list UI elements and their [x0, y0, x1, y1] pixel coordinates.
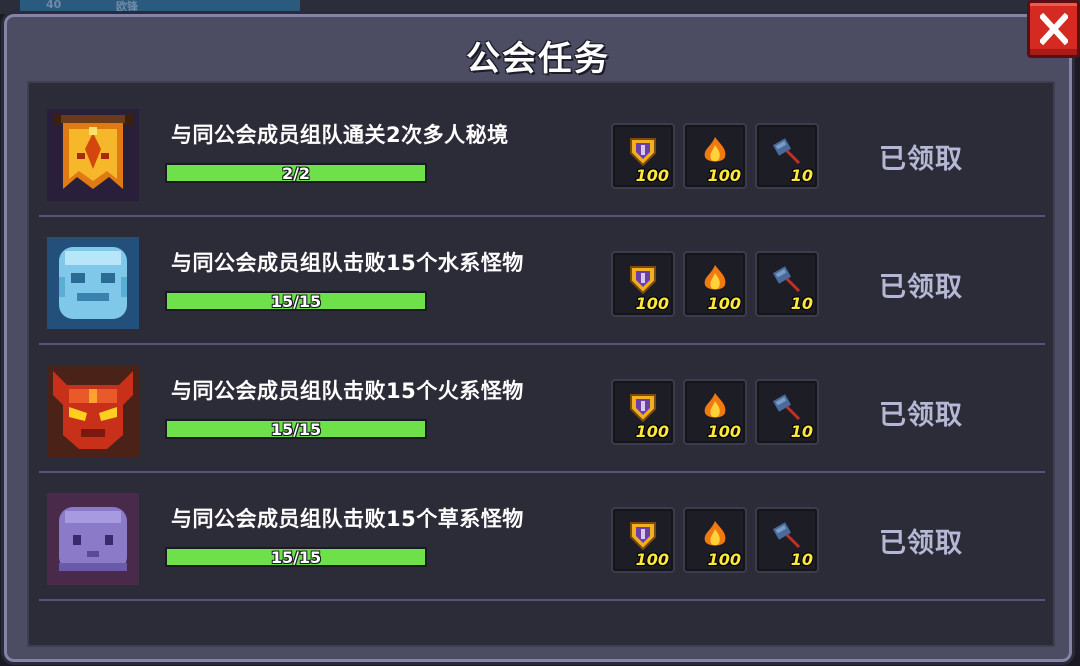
reward-amount: 10: [790, 294, 813, 313]
claimed-status: 已领取: [879, 400, 963, 431]
dialog-title: 公会任务: [466, 39, 610, 79]
background-name-text: 欧锋: [116, 0, 138, 13]
task-progress-text: 2/2: [281, 164, 311, 183]
guild-shield-icon: [630, 266, 656, 295]
reward-amount: 100: [707, 294, 741, 313]
water-monster-icon: [47, 237, 139, 329]
background-player-strip: 40 欧锋: [20, 0, 300, 13]
reward-amount: 10: [790, 422, 813, 441]
task-row: 与同公会成员组队通关2次多人秘境 2/2 100 100 10 已领取: [39, 91, 1045, 217]
reward-amount: 100: [635, 422, 669, 441]
reward-slot[interactable]: 100: [683, 123, 747, 189]
task-description: 与同公会成员组队击败15个草系怪物: [171, 507, 524, 531]
reward-slot[interactable]: 10: [755, 251, 819, 317]
task-list: 与同公会成员组队通关2次多人秘境 2/2 100 100 10 已领取 与同公会…: [27, 81, 1055, 647]
background-level-text: 40: [46, 0, 62, 11]
guild-tasks-dialog: 公会任务 与同公会成员组队通关2次多人秘境 2/2 100 100 10 已领取…: [4, 14, 1072, 662]
close-button[interactable]: [1027, 0, 1080, 58]
flame-icon: [704, 393, 726, 418]
reward-slot[interactable]: 100: [611, 251, 675, 317]
reward-slot[interactable]: 100: [611, 507, 675, 573]
reward-amount: 100: [635, 550, 669, 569]
task-progress-bar: 2/2: [165, 163, 427, 183]
task-progress-bar: 15/15: [165, 547, 427, 567]
claimed-status: 已领取: [879, 144, 963, 175]
hammer-icon: [772, 394, 801, 421]
task-progress-text: 15/15: [270, 548, 322, 567]
reward-amount: 100: [707, 550, 741, 569]
fire-monster-icon: [47, 365, 139, 457]
close-icon: [1040, 13, 1068, 45]
hammer-icon: [772, 138, 801, 165]
hammer-icon: [772, 266, 801, 293]
task-row: 与同公会成员组队击败15个火系怪物 15/15 100 100 10 已领取: [39, 347, 1045, 473]
reward-slot[interactable]: 10: [755, 379, 819, 445]
hammer-icon: [772, 522, 801, 549]
claimed-status: 已领取: [879, 272, 963, 303]
claimed-status: 已领取: [879, 528, 963, 559]
reward-slot[interactable]: 100: [611, 379, 675, 445]
guild-shield-icon: [630, 394, 656, 423]
reward-slot[interactable]: 100: [683, 379, 747, 445]
task-description: 与同公会成员组队通关2次多人秘境: [171, 123, 509, 147]
background-top-strip: 40 欧锋: [0, 0, 1080, 14]
reward-amount: 10: [790, 550, 813, 569]
task-description: 与同公会成员组队击败15个火系怪物: [171, 379, 524, 403]
task-progress-text: 15/15: [270, 292, 322, 311]
task-progress-text: 15/15: [270, 420, 322, 439]
flame-icon: [704, 265, 726, 290]
reward-amount: 100: [707, 422, 741, 441]
reward-slot[interactable]: 10: [755, 507, 819, 573]
flame-icon: [704, 137, 726, 162]
grass-monster-icon: [47, 493, 139, 585]
task-row: 与同公会成员组队击败15个草系怪物 15/15 100 100 10 已领取: [39, 475, 1045, 601]
flame-icon: [704, 521, 726, 546]
reward-amount: 100: [707, 166, 741, 185]
reward-slot[interactable]: 100: [683, 251, 747, 317]
task-description: 与同公会成员组队击败15个水系怪物: [171, 251, 524, 275]
reward-slot[interactable]: 10: [755, 123, 819, 189]
guild-banner-icon: [47, 109, 139, 201]
reward-amount: 100: [635, 294, 669, 313]
task-row: 与同公会成员组队击败15个水系怪物 15/15 100 100 10 已领取: [39, 219, 1045, 345]
reward-amount: 100: [635, 166, 669, 185]
reward-amount: 10: [790, 166, 813, 185]
task-progress-bar: 15/15: [165, 291, 427, 311]
reward-slot[interactable]: 100: [611, 123, 675, 189]
reward-slot[interactable]: 100: [683, 507, 747, 573]
task-progress-bar: 15/15: [165, 419, 427, 439]
guild-shield-icon: [630, 138, 656, 167]
guild-shield-icon: [630, 522, 656, 551]
